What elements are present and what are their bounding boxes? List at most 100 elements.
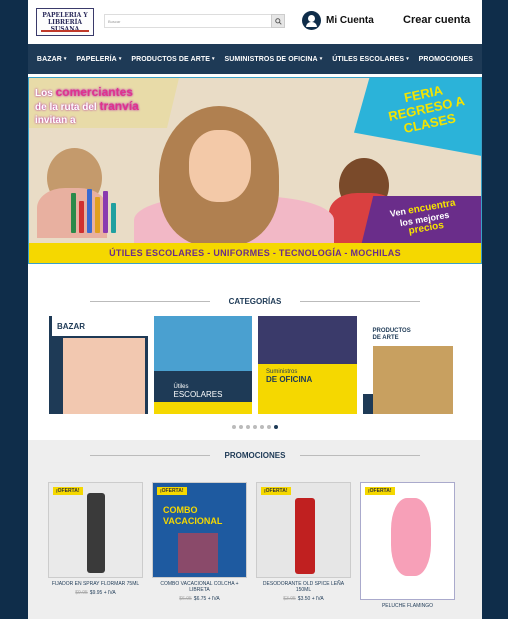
category-label-big: ESCOLARES xyxy=(173,390,223,399)
categories-carousel: BAZAR Útiles ESCOLARES Suministros DE OFIC… xyxy=(28,316,482,414)
bag-image xyxy=(178,533,218,573)
banner-text: de la ruta del xyxy=(35,102,100,113)
old-price: $9.95 xyxy=(75,590,88,596)
logo-line-2: LIBRERÍA xyxy=(47,18,83,26)
nav-label: ÚTILES ESCOLARES xyxy=(332,55,405,63)
logo-line-3: SUSANA xyxy=(50,25,80,33)
logo-line-1: PAPELERIA Y xyxy=(42,11,88,19)
nav-label: PRODUCTOS DE ARTE xyxy=(131,55,211,63)
category-image xyxy=(153,316,252,371)
product-price: $6.95 $6.75 + IVA xyxy=(152,596,247,602)
offer-badge: ¡OFERTA! xyxy=(157,487,187,495)
product-image: ¡OFERTA! xyxy=(256,482,351,578)
promotions-heading: PROMOCIONES xyxy=(28,440,482,470)
old-price: $3.95 xyxy=(283,596,296,602)
nav-item-papeleria[interactable]: PAPELERÍA ▾ xyxy=(76,56,121,63)
offer-badge: ¡OFERTA! xyxy=(261,487,291,495)
top-bar: PAPELERIA Y LIBRERÍA SUSANA Buscar Mi Cu… xyxy=(28,0,482,44)
category-image xyxy=(258,316,357,364)
category-label-big: DE OFICINA xyxy=(266,375,313,384)
nav-label: BAZAR xyxy=(36,55,62,63)
category-card-oficina[interactable]: Suministros DE OFICINA xyxy=(258,316,357,414)
banner-text: invitan a xyxy=(35,115,76,126)
product-card[interactable]: ¡OFERTA! COMBO VACACIONAL COMBO VACACION… xyxy=(152,482,247,609)
chevron-down-icon: ▾ xyxy=(212,56,215,62)
category-image xyxy=(63,338,145,414)
category-label: Suministros DE OFICINA xyxy=(266,368,312,385)
product-name[interactable]: PELUCHE FLAMINGO xyxy=(360,603,455,609)
store-logo[interactable]: PAPELERIA Y LIBRERÍA SUSANA xyxy=(36,8,94,36)
category-label: Útiles ESCOLARES xyxy=(174,384,223,399)
carousel-dot[interactable] xyxy=(253,425,257,429)
product-name[interactable]: FIJADOR EN SPRAY FLORMAR 75ML xyxy=(48,581,143,587)
sale-price: $9.95 + IVA xyxy=(89,590,116,596)
product-list: ¡OFERTA! FIJADOR EN SPRAY FLORMAR 75ML $… xyxy=(28,482,482,609)
promotions-section: PROMOCIONES ¡OFERTA! FIJADOR EN SPRAY FL… xyxy=(28,440,482,619)
page: PAPELERIA Y LIBRERÍA SUSANA Buscar Mi Cu… xyxy=(28,0,482,619)
banner-text: tranvía xyxy=(99,99,139,113)
product-card[interactable]: ¡OFERTA! FIJADOR EN SPRAY FLORMAR 75ML $… xyxy=(48,482,143,609)
create-account-link[interactable]: Crear cuenta xyxy=(403,14,470,26)
banner-text: Los xyxy=(35,88,56,99)
category-label: BAZAR xyxy=(57,322,85,331)
carousel-dot-active[interactable] xyxy=(274,425,278,429)
product-name[interactable]: COMBO VACACIONAL COLCHA + LIBRETA xyxy=(152,581,247,593)
offer-badge: ¡OFERTA! xyxy=(365,487,395,495)
category-image xyxy=(372,346,453,414)
banner-strip: ÚTILES ESCOLARES - UNIFORMES - TECNOLOGÍ… xyxy=(29,243,481,263)
categories-heading: CATEGORÍAS xyxy=(28,286,482,316)
category-accent xyxy=(153,402,252,414)
combo-art-text: COMBO VACACIONAL xyxy=(163,505,223,526)
offer-badge: ¡OFERTA! xyxy=(53,487,83,495)
account-label: Mi Cuenta xyxy=(326,15,374,26)
product-image: ¡OFERTA! xyxy=(48,482,143,578)
old-price: $6.95 xyxy=(179,596,192,602)
carousel-dot[interactable] xyxy=(267,425,271,429)
sale-price: $3.50 + IVA xyxy=(297,596,324,602)
carousel-dots xyxy=(28,414,482,440)
search-placeholder: Buscar xyxy=(108,18,121,24)
nav-label: SUMINISTROS DE OFICINA xyxy=(224,55,318,63)
user-icon xyxy=(302,11,321,30)
category-card-bazar[interactable]: BAZAR xyxy=(49,316,148,414)
categories-title: CATEGORÍAS xyxy=(224,296,286,306)
product-image: ¡OFERTA! xyxy=(360,482,455,600)
nav-item-promociones[interactable]: PROMOCIONES xyxy=(419,56,473,63)
flamingo-plush-image xyxy=(391,498,431,576)
carousel-dot[interactable] xyxy=(232,425,236,429)
nav-item-utiles[interactable]: ÚTILES ESCOLARES ▾ xyxy=(332,56,409,63)
chevron-down-icon: ▾ xyxy=(118,56,122,62)
product-price: $3.95 $3.50 + IVA xyxy=(256,596,351,602)
product-card[interactable]: ¡OFERTA! PELUCHE FLAMINGO xyxy=(360,482,455,609)
hero-banner[interactable]: Los comerciantes de la ruta del tranvía … xyxy=(28,77,482,264)
search-input[interactable]: Buscar xyxy=(104,14,285,28)
carousel-dot[interactable] xyxy=(260,425,264,429)
banner-text: comerciantes xyxy=(55,85,133,99)
search-icon xyxy=(274,17,282,25)
spray-can-image xyxy=(87,493,105,573)
pencils-image xyxy=(69,188,129,233)
chevron-down-icon: ▾ xyxy=(63,56,67,62)
category-card-utiles[interactable]: Útiles ESCOLARES xyxy=(153,316,252,414)
chevron-down-icon: ▾ xyxy=(319,56,323,62)
category-card-arte[interactable]: PRODUCTOS DE ARTE xyxy=(362,316,461,414)
nav-item-productos-de-arte[interactable]: PRODUCTOS DE ARTE ▾ xyxy=(131,56,214,63)
chevron-down-icon: ▾ xyxy=(406,56,409,62)
nav-label: PAPELERÍA xyxy=(76,55,117,63)
search-button[interactable] xyxy=(271,14,285,28)
product-name[interactable]: DESODORANTE OLD SPICE LEÑA 150ML xyxy=(256,581,351,593)
nav-item-suministros[interactable]: SUMINISTROS DE OFICINA ▾ xyxy=(225,56,323,63)
nav-label: PROMOCIONES xyxy=(418,55,474,63)
carousel-dot[interactable] xyxy=(246,425,250,429)
product-card[interactable]: ¡OFERTA! DESODORANTE OLD SPICE LEÑA 150M… xyxy=(256,482,351,609)
nav-item-bazar[interactable]: BAZAR ▾ xyxy=(37,56,67,63)
category-label: PRODUCTOS DE ARTE xyxy=(372,328,411,341)
deodorant-image xyxy=(295,498,315,574)
carousel-dot[interactable] xyxy=(239,425,243,429)
product-image: ¡OFERTA! COMBO VACACIONAL xyxy=(152,482,247,578)
girl-image xyxy=(159,106,279,246)
sale-price: $6.75 + IVA xyxy=(193,596,220,602)
girl-face xyxy=(189,130,251,202)
account-link[interactable]: Mi Cuenta xyxy=(302,11,374,30)
